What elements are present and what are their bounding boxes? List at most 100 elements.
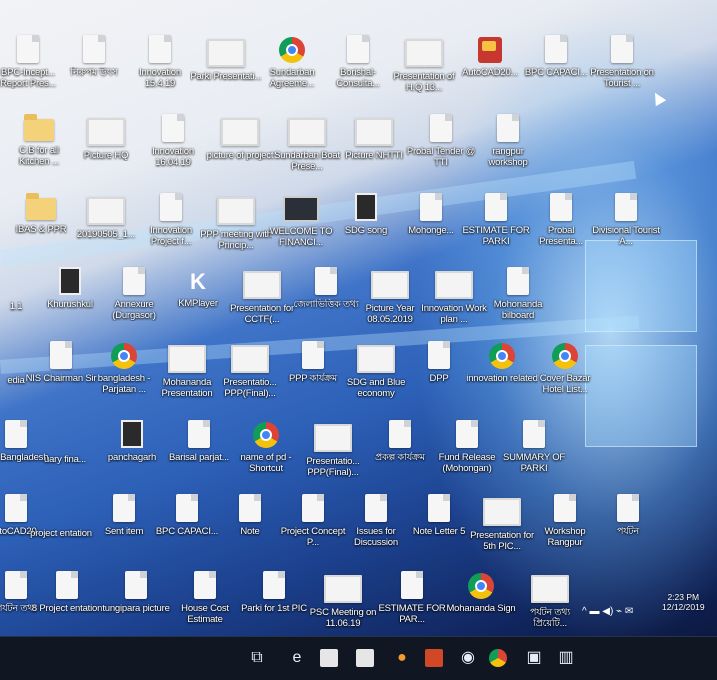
doc-file-icon [485,193,507,221]
desktop-icon[interactable]: Picture HQ [70,114,142,161]
desktop-icon[interactable]: PPP meeting with Princip... [200,193,272,251]
ppt-file-icon [357,345,395,373]
desktop-icon-label: Picture Year 08.05.2019 [365,303,415,325]
desktop-icon[interactable]: Innovation 15.4.19 [124,35,196,89]
desktop-icon-label: Presentatio... PPP(Final)... [306,456,360,478]
desktop-icon[interactable]: পর্যটন তথ্য প্রিয়েটি... [514,571,586,629]
desktop-icon-label: uary fina... [44,454,86,465]
desktop-icon[interactable]: WELCOME TO FINANCI... [265,193,337,248]
desktop-icon[interactable]: Sent item [88,494,160,537]
desktop-icon[interactable]: Innovation Work plan ... [418,267,490,325]
desktop-icon[interactable]: ESTIMATE FOR PARKI [460,193,532,247]
desktop-icon[interactable]: SUMMARY OF PARKI [498,420,570,474]
desktop-icon-label: Picture NHTTI [345,150,403,161]
desktop-icon[interactable]: Presentatio... PPP(Final)... [297,420,369,478]
desktop-icon[interactable]: পর্যটন [592,494,664,537]
desktop-icon-label: Probal Tender @ TTI [406,146,476,168]
desktop-icon[interactable]: Parki Presentati... [190,35,262,82]
desktop-icon[interactable]: Presentation of H.Q 13... [388,35,460,93]
desktop-icon[interactable]: BPC CAPACI... [520,35,592,78]
desktop-icon[interactable]: Sundarban Boat Prese... [271,114,343,172]
desktop-icon[interactable]: C.B for all Kitchen ... [3,114,75,167]
desktop-icon[interactable]: Presentation for 5th PIC... [466,494,538,552]
desktop-icon[interactable]: Picture Year 08.05.2019 [354,267,426,325]
ppt-file-icon [207,39,245,67]
desktop-icon[interactable]: rangpur workshop [472,114,544,168]
desktop-icon[interactable]: Borishal-Consulta... [322,35,394,89]
desktop-icon[interactable]: নিরুপম উৎস [58,35,130,78]
firefox-icon[interactable]: ● [391,647,413,669]
desktop-icon[interactable]: Note [214,494,286,537]
desktop-icon[interactable]: House Cost Estimate [169,571,241,625]
store-icon[interactable] [356,649,374,667]
taskbar-clock[interactable]: 2:23 PM 12/12/2019 [662,592,705,612]
tray-icons[interactable]: ^ ▬ ◀) ⌁ ✉ [582,606,633,617]
desktop-icon[interactable]: Parki for 1st PIC [238,571,310,614]
desktop-icon[interactable]: picture of project [204,114,276,161]
desktop-icon[interactable]: NIS Chairman Sir [25,341,97,384]
desktop-icon[interactable]: Issues for Discussion [340,494,412,548]
desktop-icon[interactable]: IBAS & PPR [5,193,77,235]
desktop-icon[interactable]: PPP কার্যক্রম [277,341,349,384]
desktop-icon[interactable]: name of pd - Shortcut [230,420,302,474]
desktop-icon[interactable]: Mohananda Presentation [151,341,223,399]
desktop-icon[interactable]: PSC Meeting on 11.06.19 [307,571,379,629]
desktop-icon[interactable]: AutoCAD20... [454,35,526,78]
desktop-icon[interactable]: Presentation on Tourist ... [586,35,658,89]
task-view-icon[interactable]: ⧉ [246,647,268,669]
desktop-icon[interactable]: bangladesh -Parjatan ... [88,341,160,395]
desktop-icon[interactable]: innovation related [466,341,538,384]
desktop-icon[interactable]: Mohananda Sign [445,571,517,614]
desktop-icon[interactable]: Picture NHTTI [338,114,410,161]
ppt-file-icon [435,271,473,299]
desktop-icon[interactable]: Probal Tender @ TTI [405,114,477,168]
desktop-icon[interactable]: Mohonanda bilboard [482,267,554,321]
desktop-icon[interactable]: Fund Release (Mohongan) [431,420,503,474]
desktop-icon-label: Innovation Project f... [150,225,192,247]
desktop-icon[interactable]: Presentation for CCTF(... [226,267,298,325]
desktop-icon[interactable]: SDG and Blue economy [340,341,412,399]
word-icon[interactable]: ▣ [523,647,545,669]
desktop-icon-label: ESTIMATE FOR PAR... [378,603,446,625]
desktop-icon[interactable]: project entation [25,494,97,539]
desktop-icon[interactable]: BPC CAPACI... [151,494,223,537]
desktop-icon[interactable]: panchagarh [96,420,168,463]
desktop-icon[interactable]: Divisional Tourist A... [590,193,662,247]
desktop-icon[interactable]: Barisal parjat... [163,420,235,463]
desktop-icon[interactable]: Presentatio... PPP(Final)... [214,341,286,399]
desktop-icon[interactable]: Annexure (Durgasor) [98,267,170,321]
desktop-icon[interactable]: প্রকল্প কার্যক্রম [364,420,436,463]
powerpoint-icon[interactable] [425,649,443,667]
desktop-icon[interactable]: uary fina... [29,420,101,465]
desktop-icon[interactable]: 8 Project entation [31,571,103,614]
desktop-icon-label: name of pd - Shortcut [240,452,292,474]
desktop-icon[interactable]: Innovation Project f... [135,193,207,247]
media-icon[interactable]: ◉ [457,647,479,669]
desktop-icon[interactable]: জেলাভিত্তিক তথ্য [290,267,362,310]
ppt-file-icon [288,118,326,146]
desktop-icon[interactable]: ESTIMATE FOR PAR... [376,571,448,625]
desktop-icon[interactable]: Sundarban Agreeme... [256,35,328,89]
desktop-icon[interactable]: Innovation 16.04.19 [137,114,209,168]
file-explorer-icon[interactable] [320,649,338,667]
edge-icon[interactable]: e [286,647,308,669]
desktop-icon[interactable]: Project Concept P... [277,494,349,548]
desktop-icon[interactable]: Cover Bazar Hotel List... [529,341,601,395]
app-icon[interactable]: ▥ [555,647,577,669]
desktop-icon-label: Presentation of H.Q 13... [393,71,455,93]
desktop-icon[interactable]: BPC-Incept... Report Pres... [0,35,64,89]
desktop-icon-label: Picture HQ [83,150,129,161]
desktop-icon[interactable]: Khurushkul [34,267,106,310]
desktop-icon[interactable]: tungipara picture [100,571,172,614]
taskbar: ⧉ e ● ◉ ▣ ▥ [0,636,717,680]
desktop-icon[interactable]: 20190505_1... [70,193,142,240]
desktop-icon[interactable]: DPP [403,341,475,384]
desktop-icon[interactable]: Note Letter 5 [403,494,475,537]
desktop-icon[interactable]: SDG song [330,193,402,236]
desktop-icon[interactable]: Workshop Rangpur [529,494,601,548]
desktop-icon[interactable]: K KMPlayer [162,267,234,310]
chrome-file-icon [489,343,515,369]
chrome-icon[interactable] [489,649,507,667]
desktop-icon[interactable]: Probal Presenta... [525,193,597,247]
desktop-icon[interactable]: Mohonge... [395,193,467,236]
